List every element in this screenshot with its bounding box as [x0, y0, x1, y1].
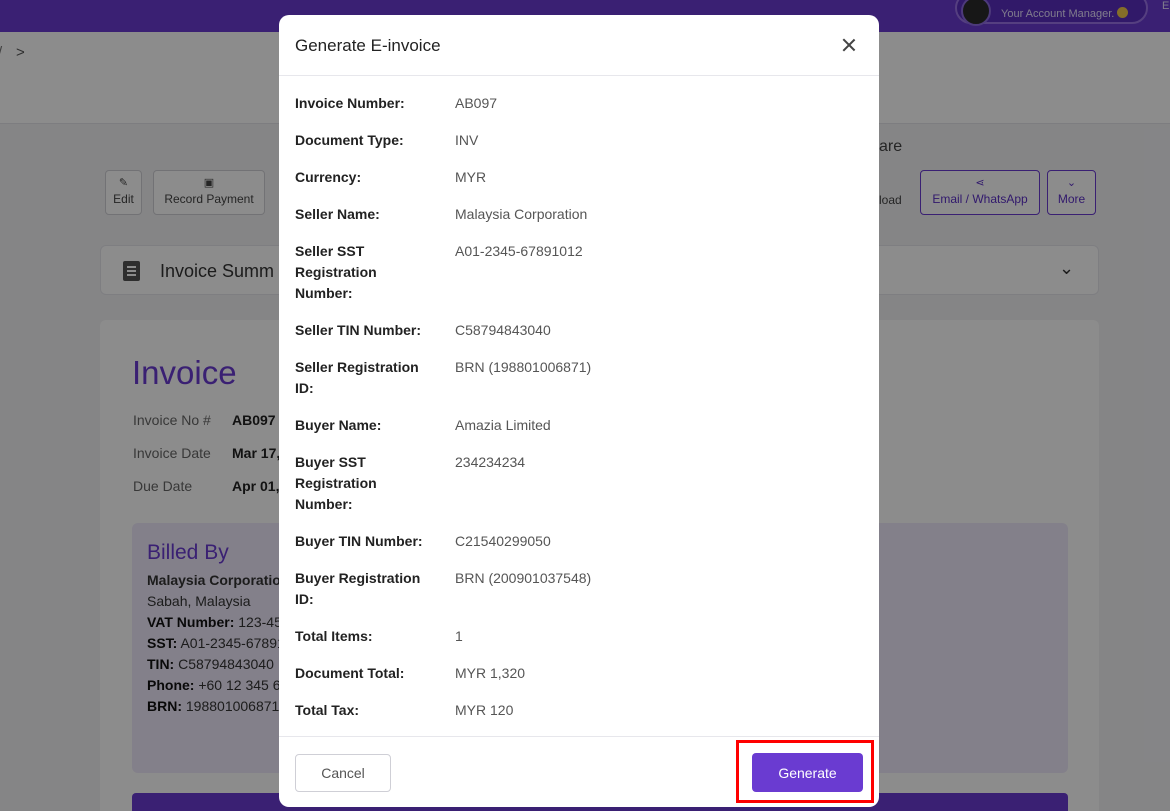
field-label: Seller Name: [295, 206, 380, 222]
field-value: Malaysia Corporation [455, 206, 588, 222]
field-label: Invoice Number: [295, 95, 405, 111]
field-label: Buyer Name: [295, 417, 382, 433]
field-label: Seller TIN Number: [295, 322, 422, 338]
field-value: MYR 120 [455, 702, 514, 718]
field-label: Total Items: [295, 628, 373, 644]
close-icon[interactable] [839, 35, 859, 55]
field-value: 234234234 [455, 454, 526, 470]
field-label: Buyer Registration ID: [295, 570, 421, 607]
field-label: Total Tax: [295, 702, 360, 718]
field-value: MYR [455, 169, 487, 185]
field-value: MYR 1,320 [455, 665, 526, 681]
field-value: C21540299050 [455, 533, 551, 549]
field-value: Amazia Limited [455, 417, 551, 433]
field-label: Buyer SST Registration Number: [295, 454, 377, 512]
field-value: BRN (200901037548) [455, 570, 592, 586]
generate-einvoice-dialog: Generate E-invoice Invoice Number: AB097… [279, 15, 879, 807]
field-label: Seller Registration ID: [295, 359, 419, 396]
field-value: AB097 [455, 95, 498, 111]
field-label: Document Type: [295, 132, 404, 148]
dialog-title: Generate E-invoice [295, 36, 441, 55]
dialog-header: Generate E-invoice [279, 15, 879, 76]
field-value: C58794843040 [455, 322, 551, 338]
field-label: Seller SST Registration Number: [295, 243, 377, 301]
field-value: 1 [455, 628, 463, 644]
field-value: INV [455, 132, 479, 148]
field-label: Currency: [295, 169, 362, 185]
generate-button-highlight [736, 740, 874, 803]
field-value: BRN (198801006871) [455, 359, 592, 375]
field-label: Document Total: [295, 665, 405, 681]
field-label: Buyer TIN Number: [295, 533, 423, 549]
field-value: A01-2345-67891012 [455, 243, 583, 259]
cancel-button[interactable]: Cancel [295, 754, 391, 792]
